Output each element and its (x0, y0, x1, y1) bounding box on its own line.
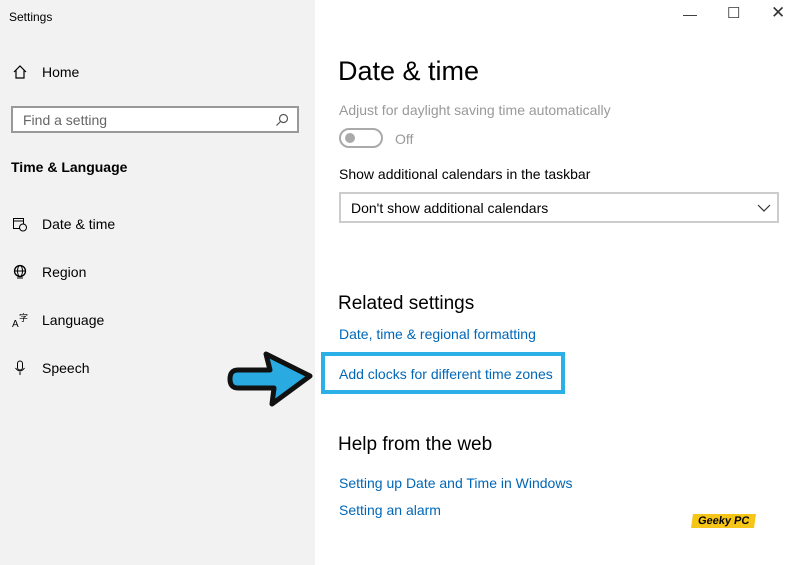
sidebar-item-label: Region (42, 264, 87, 280)
close-button[interactable]: ✕ (771, 3, 785, 23)
home-label: Home (42, 64, 80, 80)
home-icon (13, 65, 27, 79)
globe-icon (13, 264, 27, 279)
main-content: — ☐ ✕ Date & time Adjust for daylight sa… (315, 0, 802, 565)
daylight-toggle-state: Off (395, 131, 414, 147)
help-link-alarm[interactable]: Setting an alarm (339, 502, 441, 518)
calendars-value: Don't show additional calendars (351, 199, 549, 216)
home-nav[interactable]: Home (12, 64, 79, 80)
section-title: Time & Language (11, 159, 128, 175)
search-input[interactable]: Find a setting (11, 106, 299, 133)
arrow-annotation-icon (227, 351, 313, 407)
calendar-clock-icon (13, 218, 27, 232)
svg-text:字: 字 (19, 312, 28, 323)
app-title: Settings (9, 10, 53, 24)
language-icon: A字 (12, 312, 28, 328)
sidebar-item-speech[interactable]: Speech (12, 360, 89, 376)
minimize-button[interactable]: — (683, 6, 697, 22)
sidebar-item-date-time[interactable]: Date & time (12, 216, 115, 232)
regional-formatting-link[interactable]: Date, time & regional formatting (339, 326, 536, 342)
help-heading: Help from the web (338, 434, 493, 455)
sidebar-item-region[interactable]: Region (12, 264, 86, 280)
page-title: Date & time (338, 56, 480, 86)
watermark-logo: Geeky PC (691, 514, 757, 528)
calendars-label: Show additional calendars in the taskbar (339, 166, 591, 182)
sidebar-item-label: Speech (42, 360, 90, 376)
daylight-toggle[interactable] (339, 128, 383, 148)
calendars-select[interactable]: Don't show additional calendars (339, 192, 779, 223)
sidebar-item-language[interactable]: A字 Language (12, 312, 104, 328)
microphone-icon (15, 360, 25, 375)
help-link-date-time[interactable]: Setting up Date and Time in Windows (339, 475, 572, 491)
sidebar: Settings Home Find a setting Time & Lang… (0, 0, 315, 565)
svg-text:A: A (12, 319, 19, 328)
search-icon[interactable] (275, 113, 289, 127)
maximize-button[interactable]: ☐ (727, 4, 740, 22)
daylight-label: Adjust for daylight saving time automati… (339, 102, 611, 118)
related-settings-heading: Related settings (338, 293, 475, 314)
sidebar-item-label: Date & time (42, 216, 116, 232)
add-clocks-link[interactable]: Add clocks for different time zones (339, 366, 553, 382)
search-placeholder: Find a setting (23, 111, 108, 128)
chevron-down-icon (757, 204, 771, 212)
sidebar-item-label: Language (42, 312, 105, 328)
